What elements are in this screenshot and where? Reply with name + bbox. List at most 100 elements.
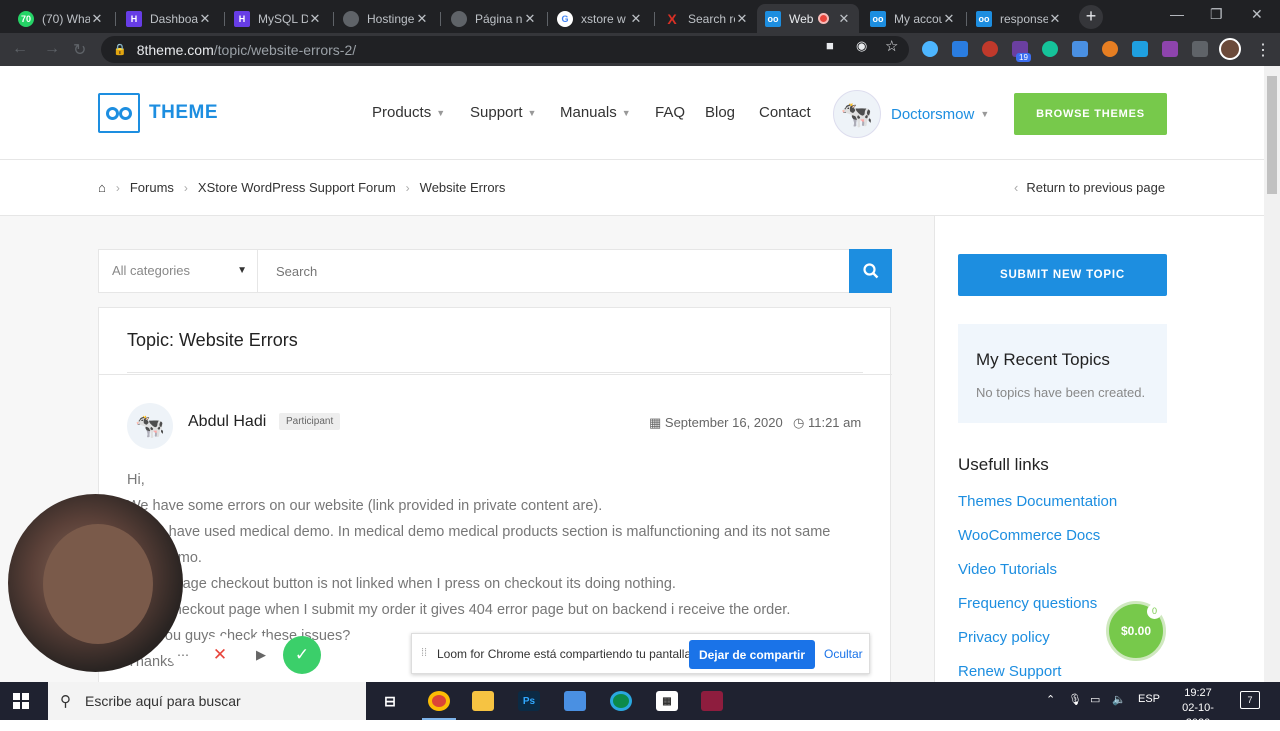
site-logo[interactable]: THEME [98,93,218,133]
new-tab-button[interactable]: + [1079,5,1103,29]
profile-avatar[interactable] [1219,38,1241,60]
extension-icon[interactable] [982,41,998,57]
link-woocommerce-docs[interactable]: WooCommerce Docs [958,527,1100,544]
close-tab-icon[interactable]: ✕ [1048,11,1062,27]
cancel-recording-button[interactable]: ✕ [201,636,239,674]
windows-start-icon[interactable] [13,693,29,709]
close-tab-icon[interactable]: ✕ [735,11,749,27]
paint-icon[interactable] [564,691,586,711]
breadcrumb-forums[interactable]: Forums [130,180,174,195]
post-author[interactable]: Abdul Hadi [188,413,266,431]
browser-tab[interactable]: oo My accou ✕ [862,4,964,33]
home-icon[interactable]: ⌂ [98,180,106,195]
nav-blog[interactable]: Blog [705,104,735,121]
useful-links-title: Usefull links [958,455,1049,474]
chevron-left-icon: ‹ [1014,180,1019,195]
notification-icon[interactable]: 7 [1240,691,1260,709]
browser-tab[interactable]: oo response ✕ [968,4,1070,33]
link-frequency-questions[interactable]: Frequency questions [958,595,1097,612]
chrome-icon[interactable] [428,691,450,711]
star-icon[interactable]: ☆ [885,37,898,55]
chevron-up-icon[interactable]: ⌃ [1046,693,1055,706]
browser-tab[interactable]: Hostinge ✕ [335,4,437,33]
hide-button[interactable]: Ocultar [824,647,863,661]
extension-icon[interactable] [952,41,968,57]
link-video-tutorials[interactable]: Video Tutorials [958,561,1057,578]
clock[interactable]: 19:27 02-10-2020 [1170,686,1226,731]
close-tab-icon[interactable]: ✕ [308,11,322,27]
breadcrumb-forum[interactable]: XStore WordPress Support Forum [198,180,396,195]
category-select[interactable]: All categories ▼ [99,250,258,292]
nav-products[interactable]: Products ▼ [372,104,445,121]
browser-tab[interactable]: H MySQL D ✕ [226,4,330,33]
close-tab-icon[interactable]: ✕ [415,11,429,27]
pause-recording-button[interactable]: ▶ [242,636,280,674]
page-scrollbar[interactable] [1264,66,1280,682]
forward-icon[interactable]: → [44,40,60,58]
more-options-icon[interactable]: ⋯ [170,642,196,668]
volume-icon[interactable]: 🔈 [1112,693,1126,706]
minimize-icon[interactable]: — [1170,6,1184,22]
browser-tab-active[interactable]: oo Web ✕ [757,4,859,33]
store-icon[interactable]: ▦ [656,691,678,711]
lock-icon: 🔒 [113,44,127,56]
extension-icon[interactable] [1162,41,1178,57]
link-privacy-policy[interactable]: Privacy policy [958,629,1050,646]
taskbar-search[interactable]: ⚲ Escribe aquí para buscar [48,682,366,720]
search-input[interactable] [259,250,849,292]
browser-tab[interactable]: G xstore w ✕ [549,4,651,33]
extension-icon[interactable] [1132,41,1148,57]
microphone-icon[interactable]: 🎙 [1068,693,1082,706]
nav-manuals[interactable]: Manuals ▼ [560,104,631,121]
nav-support[interactable]: Support ▼ [470,104,536,121]
user-menu[interactable]: 🐄 Doctorsmow ▼ [833,90,989,138]
task-view-icon[interactable]: ⊟ [379,691,401,711]
extension-icon[interactable] [922,41,938,57]
browser-tab[interactable]: X Search re ✕ [656,4,757,33]
link-renew-support[interactable]: Renew Support [958,663,1061,680]
edge-icon[interactable] [610,691,632,711]
restore-icon[interactable]: ❐ [1210,6,1223,23]
scroll-thumb[interactable] [1267,76,1277,194]
finish-recording-button[interactable]: ✓ [283,636,321,674]
winrar-icon[interactable] [701,691,723,711]
close-tab-icon[interactable]: ✕ [198,11,212,27]
breadcrumb-current: Website Errors [419,180,506,195]
xstore-icon: X [667,10,677,27]
close-tab-icon[interactable]: ✕ [90,11,104,27]
nav-faq[interactable]: FAQ [655,104,685,121]
close-tab-icon[interactable]: ✕ [837,11,851,27]
chevron-down-icon: ▼ [436,107,446,118]
submit-new-topic-button[interactable]: SUBMIT NEW TOPIC [958,254,1167,296]
camera-icon[interactable]: ■ [826,38,834,53]
translate-icon[interactable] [1072,41,1088,57]
close-tab-icon[interactable]: ✕ [523,11,537,27]
webcam-bubble[interactable] [8,494,183,672]
browser-tab[interactable]: Página n ✕ [443,4,545,33]
file-explorer-icon[interactable] [472,691,494,711]
back-icon[interactable]: ← [12,40,28,58]
browser-tab[interactable]: H Dashboa ✕ [118,4,220,33]
close-tab-icon[interactable]: ✕ [942,11,956,27]
eye-off-icon[interactable]: ◉ [856,38,867,54]
grammarly-icon[interactable] [1042,41,1058,57]
close-window-icon[interactable]: ✕ [1251,6,1263,23]
browser-tab[interactable]: 70 (70) Wha ✕ [10,4,112,33]
battery-icon[interactable]: ▭ [1090,693,1100,706]
drag-handle-icon[interactable]: ⁞⁞ [421,647,427,659]
avatar: 🐄 [833,90,881,138]
extension-icon[interactable] [1102,41,1118,57]
stop-sharing-button[interactable]: Dejar de compartir [689,640,815,669]
address-bar[interactable]: 🔒 8theme.com/topic/website-errors-2/ [101,36,909,63]
link-themes-documentation[interactable]: Themes Documentation [958,493,1117,510]
photoshop-icon[interactable]: Ps [518,691,540,711]
language-indicator[interactable]: ESP [1138,693,1160,705]
puzzle-icon[interactable] [1192,41,1208,57]
return-link[interactable]: ‹ Return to previous page [1014,180,1165,195]
browse-themes-button[interactable]: BROWSE THEMES [1014,93,1167,135]
close-tab-icon[interactable]: ✕ [629,11,643,27]
menu-icon[interactable]: ⋮ [1255,40,1271,60]
reload-icon[interactable]: ↻ [73,40,86,60]
nav-contact[interactable]: Contact [759,104,811,121]
search-button[interactable] [849,249,892,293]
